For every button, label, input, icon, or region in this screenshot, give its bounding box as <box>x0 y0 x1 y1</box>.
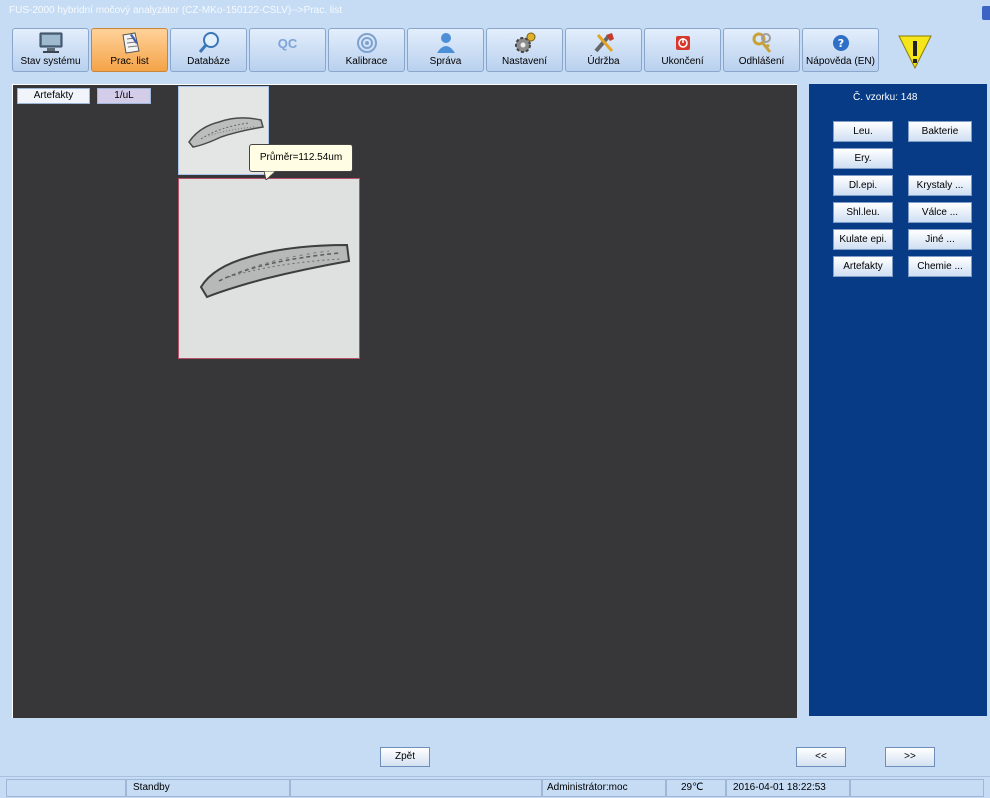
status-cell-empty <box>850 779 984 797</box>
power-icon <box>669 31 697 55</box>
toolbar-label: Prac. list <box>110 56 149 67</box>
status-datetime: 2016-04-01 18:22:53 <box>726 779 850 797</box>
status-bar: Standby Administrátor:moc 29℃ 2016-04-01… <box>0 776 990 798</box>
toolbar-label: Stav systému <box>20 56 81 67</box>
status-cell-empty <box>6 779 126 797</box>
toolbar-label: Databáze <box>187 56 230 67</box>
class-button-bakterie[interactable]: Bakterie <box>908 121 972 142</box>
title-bar: FUS-2000 hybridní močový analyzátor (CZ-… <box>0 0 990 28</box>
toolbar-button-database[interactable]: Databáze <box>170 28 247 72</box>
class-button-chemie[interactable]: Chemie ... <box>908 256 972 277</box>
toolbar-label: Údržba <box>587 56 620 67</box>
image-viewer: Artefakty 1/uL Průměr=112.54um <box>12 84 797 718</box>
tooltip-tail <box>264 171 276 180</box>
class-button-leu[interactable]: Leu. <box>833 121 893 142</box>
classification-panel: Č. vzorku: 148 Leu. Ery. Dl.epi. Shl.leu… <box>809 84 987 716</box>
key-icon <box>748 31 776 55</box>
status-user: Administrátor:moc <box>542 779 666 797</box>
prev-button[interactable]: << <box>796 747 846 767</box>
window-corner-icon[interactable] <box>982 6 990 20</box>
magnifier-icon <box>195 31 223 55</box>
toolbar-button-qc[interactable]: QC <box>249 28 326 72</box>
toolbar-button-worklist[interactable]: Prac. list <box>91 28 168 72</box>
monitor-icon <box>37 31 65 55</box>
status-cell-empty <box>290 779 542 797</box>
status-state: Standby <box>126 779 290 797</box>
toolbar-button-logout[interactable]: Odhlášení <box>723 28 800 72</box>
toolbar-label: Nastavení <box>501 56 548 67</box>
status-temperature: 29℃ <box>666 779 726 797</box>
toolbar-button-calibration[interactable]: Kalibrace <box>328 28 405 72</box>
toolbar-label: Ukončení <box>661 56 704 67</box>
toolbar-button-shutdown[interactable]: Ukončení <box>644 28 721 72</box>
svg-text:?: ? <box>837 37 843 50</box>
class-button-ery[interactable]: Ery. <box>833 148 893 169</box>
help-icon: ? <box>827 31 855 55</box>
unit-chip[interactable]: 1/uL <box>97 88 151 104</box>
tools-icon <box>590 31 618 55</box>
qc-icon: QC <box>277 35 298 51</box>
class-button-valce[interactable]: Válce ... <box>908 202 972 223</box>
class-button-jine[interactable]: Jiné ... <box>908 229 972 250</box>
category-chip[interactable]: Artefakty <box>17 88 90 104</box>
tooltip-text: Průměr=112.54um <box>259 152 343 163</box>
class-button-kulate-epi[interactable]: Kulate epi. <box>833 229 893 250</box>
back-button[interactable]: Zpět <box>380 747 430 767</box>
toolbar-button-administration[interactable]: Správa <box>407 28 484 72</box>
gear-icon <box>511 31 539 55</box>
toolbar-label: Nápověda (EN) <box>806 56 875 67</box>
class-button-krystaly[interactable]: Krystaly ... <box>908 175 972 196</box>
particle-image[interactable] <box>178 178 360 359</box>
toolbar-button-help[interactable]: ? Nápověda (EN) <box>802 28 879 72</box>
toolbar-button-system-status[interactable]: Stav systému <box>12 28 89 72</box>
sample-number: Č. vzorku: 148 <box>853 92 918 103</box>
toolbar-label: Správa <box>429 56 462 67</box>
toolbar-label: Kalibrace <box>345 56 388 67</box>
toolbar-button-maintenance[interactable]: Údržba <box>565 28 642 72</box>
class-button-shl-leu[interactable]: Shl.leu. <box>833 202 893 223</box>
class-button-dl-epi[interactable]: Dl.epi. <box>833 175 893 196</box>
target-icon <box>353 31 381 55</box>
toolbar-label: Odhlášení <box>738 56 785 67</box>
user-icon <box>432 31 460 55</box>
window-title: FUS-2000 hybridní močový analyzátor (CZ-… <box>9 5 342 16</box>
toolbar-button-settings[interactable]: Nastavení <box>486 28 563 72</box>
main-toolbar: Stav systému Prac. list Databáze QC Kali… <box>12 28 881 74</box>
next-button[interactable]: >> <box>885 747 935 767</box>
worklist-icon <box>116 31 144 55</box>
warning-icon[interactable] <box>893 28 937 72</box>
diameter-tooltip: Průměr=112.54um <box>249 144 353 180</box>
class-button-artefakty[interactable]: Artefakty <box>833 256 893 277</box>
